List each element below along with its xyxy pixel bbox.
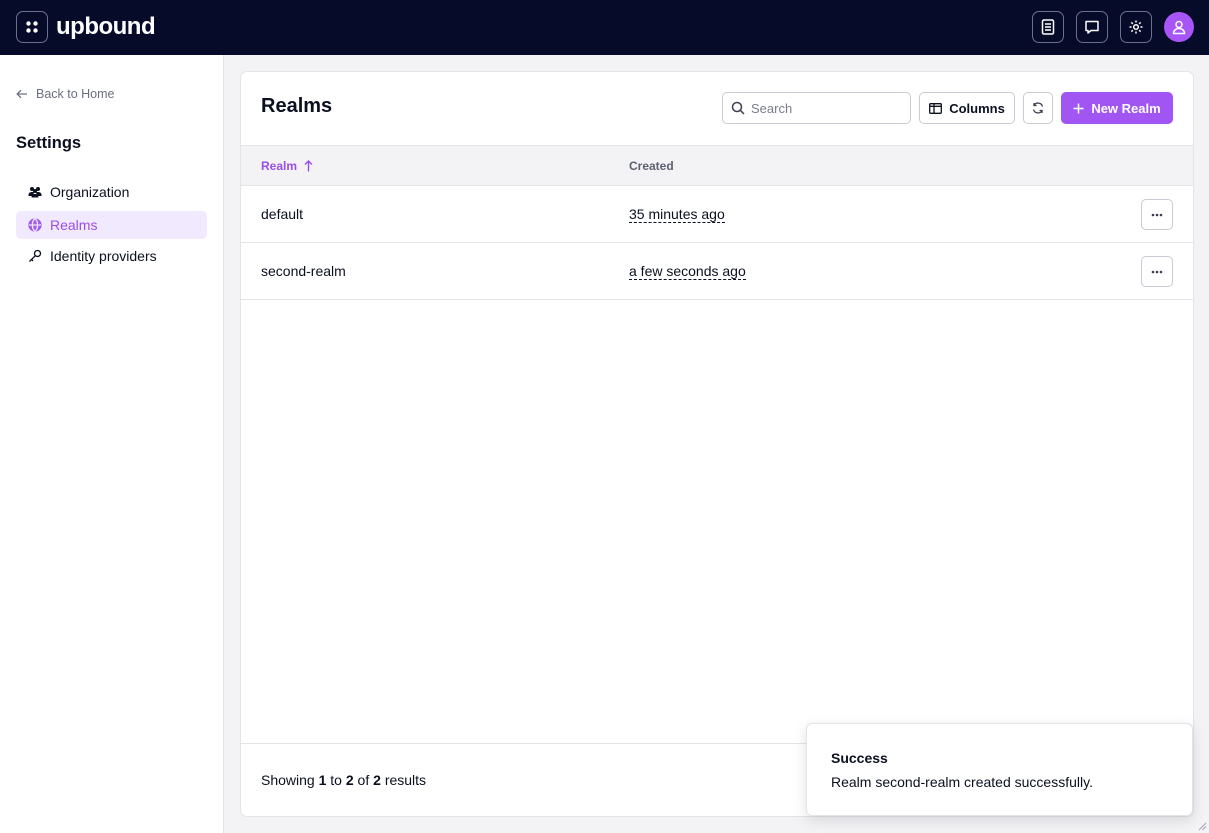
table-row: second-realm a few seconds ago (241, 243, 1193, 300)
key-icon (29, 249, 42, 262)
created-time: 35 minutes ago (629, 206, 725, 223)
user-avatar[interactable] (1164, 12, 1194, 42)
docs-button[interactable] (1032, 11, 1064, 43)
pagination-summary: Showing 1 to 2 of 2 results (261, 772, 427, 788)
sidebar-item-identity-providers[interactable]: Identity providers (16, 242, 207, 270)
realm-name: second-realm (261, 263, 346, 279)
gear-icon (1129, 20, 1143, 34)
arrow-left-icon (16, 89, 27, 99)
columns-icon (929, 102, 943, 114)
column-header-realm[interactable]: Realm (261, 159, 313, 173)
refresh-icon (1032, 102, 1044, 114)
search-icon (731, 101, 745, 115)
more-horizontal-icon (1151, 213, 1163, 216)
upbound-logo[interactable]: upbound (56, 12, 156, 42)
created-time: a few seconds ago (629, 263, 746, 280)
row-actions-button[interactable] (1141, 199, 1173, 230)
top-bar: upbound (0, 0, 1209, 55)
resize-grip-icon[interactable] (1197, 821, 1207, 831)
columns-button[interactable]: Columns (919, 92, 1015, 124)
realm-name: default (261, 206, 304, 222)
page-title: Realms (261, 95, 333, 117)
user-icon (1172, 20, 1186, 35)
refresh-button[interactable] (1023, 92, 1053, 124)
toast-message: Realm second-realm created successfully. (831, 774, 1093, 790)
column-header-created[interactable]: Created (629, 159, 674, 173)
search-input[interactable] (751, 100, 901, 116)
plus-icon (1073, 103, 1084, 113)
settings-button[interactable] (1120, 11, 1152, 43)
search-box[interactable] (722, 92, 911, 124)
docs-icon (1041, 19, 1055, 35)
grid-dots-icon (26, 21, 38, 33)
sidebar-item-realms[interactable]: Realms (16, 211, 207, 239)
new-realm-button[interactable]: New Realm (1061, 92, 1173, 124)
sidebar: Back to Home Settings Organization Realm… (0, 55, 224, 833)
table-row: default 35 minutes ago (241, 186, 1193, 243)
people-icon (28, 187, 42, 198)
toast-title: Success (831, 750, 888, 766)
row-actions-button[interactable] (1141, 256, 1173, 287)
arrow-up-icon (304, 160, 313, 172)
realms-panel: Realms Columns New Realm Realm Create (240, 71, 1194, 817)
sidebar-item-organization[interactable]: Organization (16, 178, 207, 206)
feedback-button[interactable] (1076, 11, 1108, 43)
app-menu-button[interactable] (16, 11, 48, 43)
table-header: Realm Created (241, 145, 1193, 186)
more-horizontal-icon (1151, 270, 1163, 273)
globe-icon (28, 218, 42, 232)
back-to-home-link[interactable]: Back to Home (16, 87, 115, 101)
success-toast[interactable]: Success Realm second-realm created succe… (806, 723, 1193, 816)
settings-title: Settings (16, 134, 82, 152)
chat-bubble-icon (1085, 20, 1099, 34)
